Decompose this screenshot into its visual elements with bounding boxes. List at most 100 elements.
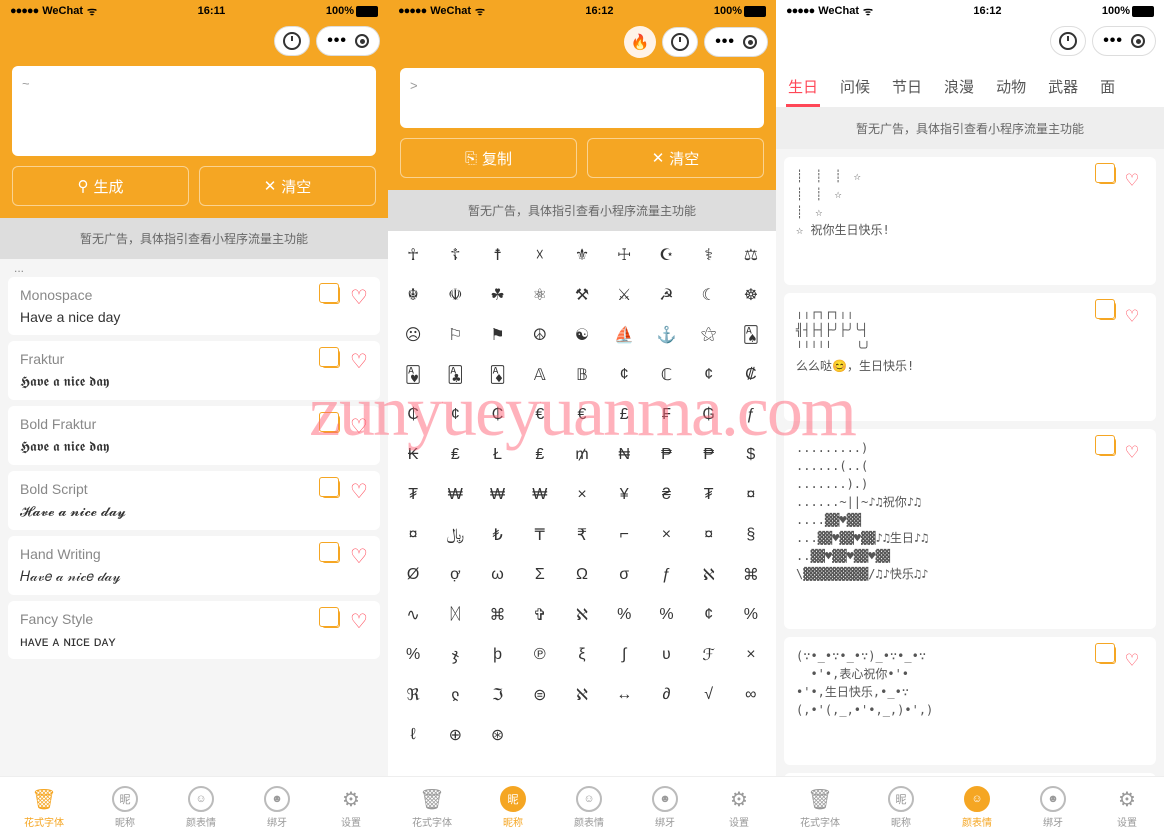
symbol-cell[interactable]: ⚜ — [561, 235, 603, 275]
symbol-cell[interactable]: ₡ — [730, 355, 772, 395]
symbol-cell[interactable]: ₱ — [645, 435, 687, 475]
symbol-cell[interactable]: ₥ — [561, 435, 603, 475]
symbol-cell[interactable]: ξ — [561, 635, 603, 675]
heart-icon[interactable]: ♡ — [350, 414, 370, 434]
symbol-cell[interactable]: Ø — [392, 555, 434, 595]
emoticon-list[interactable]: ┊ ┊ ┊ ☆ ┊ ┊ ☆ ┊ ☆ ☆ 祝你生日快乐! ♡ ╷╷┌┐┌┐╷╷ ╣… — [776, 149, 1164, 776]
symbol-cell[interactable]: ¢ — [688, 595, 730, 635]
heart-icon[interactable]: ♡ — [1126, 645, 1146, 665]
symbol-cell[interactable]: ₤ — [519, 435, 561, 475]
symbol-cell[interactable]: ¢ — [603, 355, 645, 395]
symbol-cell[interactable]: ℵ — [561, 595, 603, 635]
heart-icon[interactable]: ♡ — [350, 544, 370, 564]
symbol-cell[interactable]: ჺ — [434, 675, 476, 715]
capsule-menu[interactable]: ••• — [704, 27, 768, 57]
nav-settings[interactable]: ⚙设置 — [1114, 786, 1140, 829]
symbol-cell[interactable]: ☬ — [392, 275, 434, 315]
history-button[interactable] — [1050, 26, 1086, 56]
font-card[interactable]: Fancy Style ʜᴀᴠᴇ ᴀ ɴɪᴄᴇ ᴅᴀʏ ♡ — [8, 601, 380, 659]
font-card[interactable]: Bold Script 𝓗𝓪𝓿𝓮 𝓪 𝓷𝓲𝓬𝓮 𝓭𝓪𝔂 ♡ — [8, 471, 380, 530]
symbol-cell[interactable]: ⚓ — [645, 315, 687, 355]
emoticon-card[interactable]: ╷╷┌┐┌┐╷╷ ╣┤├┤├╯├╯╰┤ ╵╵╵╵╵ ╰╯ 么么哒😊，生日快乐! … — [784, 293, 1156, 421]
symbol-cell[interactable]: ☩ — [603, 235, 645, 275]
nav-fonts[interactable]: 🗑花式字体 — [24, 786, 64, 829]
symbol-cell[interactable]: √ — [688, 675, 730, 715]
nav-bind[interactable]: ☻绑牙 — [1040, 786, 1066, 829]
symbol-cell[interactable]: ₵ — [476, 395, 518, 435]
nav-nickname[interactable]: 昵昵称 — [888, 786, 914, 829]
capsule-menu[interactable]: ••• — [1092, 26, 1156, 56]
symbol-cell[interactable]: ⚝ — [688, 315, 730, 355]
symbol-cell[interactable]: ¤ — [392, 515, 434, 555]
symbol-cell[interactable]: ☨ — [476, 235, 518, 275]
tab-浪漫[interactable]: 浪漫 — [942, 70, 976, 107]
emoticon-card[interactable]: (∵•_•∵•_•∵)_•∵•_•∵ •'•,表心祝你•'• •'•,生日快乐,… — [784, 637, 1156, 765]
symbol-cell[interactable]: ℵ — [561, 675, 603, 715]
symbol-cell[interactable]: ƒ — [730, 395, 772, 435]
emoticon-card[interactable]: ★.∵★.∵★.∵★.∵★.∵★ ★ ..祝你生日快乐... ★ ★.∵★.∵★… — [784, 773, 1156, 776]
symbol-cell[interactable]: ¤ — [688, 515, 730, 555]
copy-icon[interactable] — [322, 286, 340, 304]
symbol-cell[interactable]: ⚛ — [519, 275, 561, 315]
symbol-cell[interactable]: ⚒ — [561, 275, 603, 315]
symbol-cell[interactable]: £ — [603, 395, 645, 435]
tab-节日[interactable]: 节日 — [890, 70, 924, 107]
symbol-cell[interactable]: ₮ — [392, 475, 434, 515]
symbol-cell[interactable]: ∞ — [730, 675, 772, 715]
nav-fonts[interactable]: 🗑花式字体 — [412, 786, 452, 829]
symbol-cell[interactable]: ℓ — [392, 715, 434, 755]
heart-icon[interactable]: ♡ — [350, 349, 370, 369]
symbol-cell[interactable]: ☓ — [519, 235, 561, 275]
symbol-cell[interactable]: ↔ — [603, 675, 645, 715]
symbol-cell[interactable]: ¤ — [730, 475, 772, 515]
copy-icon[interactable] — [322, 350, 340, 368]
tab-武器[interactable]: 武器 — [1046, 70, 1080, 107]
symbol-cell[interactable]: ₸ — [519, 515, 561, 555]
clear-button[interactable]: ✕清空 — [199, 166, 376, 206]
symbol-cell[interactable]: σ — [603, 555, 645, 595]
nav-nickname[interactable]: 昵昵称 — [500, 786, 526, 829]
symbol-cell[interactable]: Ω — [561, 555, 603, 595]
symbol-cell[interactable]: 𝔸 — [519, 355, 561, 395]
symbol-cell[interactable]: ℂ — [645, 355, 687, 395]
symbol-cell[interactable]: ☾ — [688, 275, 730, 315]
font-card[interactable]: Fraktur 𝕳𝖆𝖛𝖊 𝖆 𝖓𝖎𝖈𝖊 𝖉𝖆𝖞 ♡ — [8, 341, 380, 400]
symbol-cell[interactable]: Σ — [519, 555, 561, 595]
symbol-cell[interactable]: ¢ — [434, 395, 476, 435]
font-card[interactable]: Hand Writing 𝐻𝒶𝓋𝑒 𝒶 𝓃𝒾𝒸𝑒 𝒹𝒶𝓎 ♡ — [8, 536, 380, 595]
nav-settings[interactable]: ⚙设置 — [726, 786, 752, 829]
generate-button[interactable]: ⚲生成 — [12, 166, 189, 206]
symbol-cell[interactable]: ℑ — [476, 675, 518, 715]
symbol-cell[interactable]: % — [603, 595, 645, 635]
nav-emoticon[interactable]: ☺颜表情 — [186, 786, 216, 829]
symbol-cell[interactable]: ⚐ — [434, 315, 476, 355]
symbol-cell[interactable]: ₩ — [519, 475, 561, 515]
nav-bind[interactable]: ☻绑牙 — [264, 786, 290, 829]
symbol-cell[interactable]: % — [730, 595, 772, 635]
nav-fonts[interactable]: 🗑花式字体 — [800, 786, 840, 829]
symbol-grid-area[interactable]: ☥☦☨☓⚜☩☪⚕⚖☬☫☘⚛⚒⚔☭☾☸☹⚐⚑☮☯⛵⚓⚝🂡🂱🃑🃁𝔸𝔹¢ℂ¢₡₵¢₵€… — [388, 231, 776, 776]
history-button[interactable] — [274, 26, 310, 56]
heart-icon[interactable]: ♡ — [350, 285, 370, 305]
symbol-cell[interactable]: ⚑ — [476, 315, 518, 355]
symbol-cell[interactable]: 🂡 — [730, 315, 772, 355]
tab-动物[interactable]: 动物 — [994, 70, 1028, 107]
symbol-cell[interactable]: ₴ — [645, 475, 687, 515]
hot-button[interactable]: 🔥 — [624, 26, 656, 58]
symbol-cell[interactable]: ☮ — [519, 315, 561, 355]
symbol-cell[interactable]: × — [645, 515, 687, 555]
symbol-cell[interactable]: ჯ — [434, 635, 476, 675]
tab-面[interactable]: 面 — [1098, 70, 1117, 107]
symbol-cell[interactable]: ⚔ — [603, 275, 645, 315]
symbol-cell[interactable]: ₩ — [434, 475, 476, 515]
symbol-cell[interactable]: ₹ — [561, 515, 603, 555]
symbol-cell[interactable]: ☘ — [476, 275, 518, 315]
font-card[interactable]: Monospace Have a nice day ♡ — [8, 277, 380, 335]
tab-问候[interactable]: 问候 — [838, 70, 872, 107]
symbol-cell[interactable]: 𝔹 — [561, 355, 603, 395]
nav-emoticon[interactable]: ☺颜表情 — [574, 786, 604, 829]
heart-icon[interactable]: ♡ — [350, 609, 370, 629]
symbol-cell[interactable]: ∂ — [645, 675, 687, 715]
symbol-cell[interactable]: ᛞ — [434, 595, 476, 635]
history-button[interactable] — [662, 27, 698, 57]
